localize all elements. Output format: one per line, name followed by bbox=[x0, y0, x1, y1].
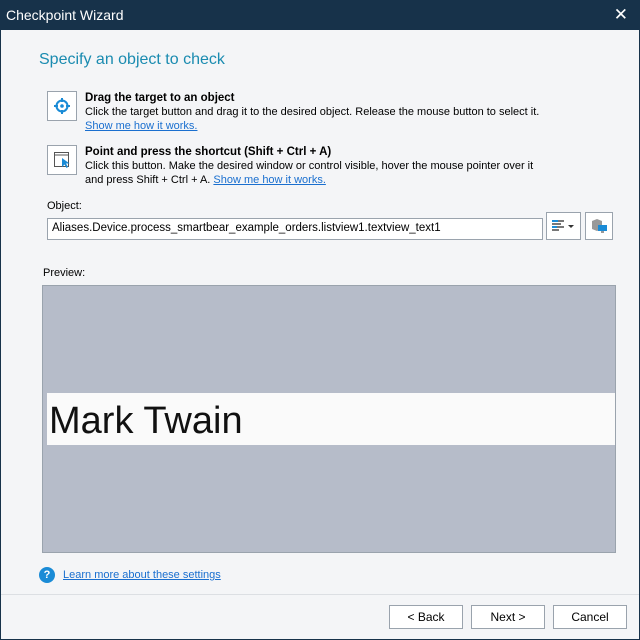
back-button[interactable]: < Back bbox=[389, 605, 463, 629]
point-shortcut-button[interactable] bbox=[47, 145, 77, 175]
object-input[interactable]: Aliases.Device.process_smartbear_example… bbox=[47, 218, 543, 240]
drag-show-link[interactable]: Show me how it works. bbox=[85, 120, 197, 132]
drag-desc: Click the target button and drag it to t… bbox=[85, 106, 540, 118]
preview-panel: Mark Twain bbox=[42, 285, 616, 553]
preview-text: Mark Twain bbox=[47, 393, 615, 445]
page-title: Specify an object to check bbox=[39, 51, 225, 68]
list-dropdown-icon bbox=[551, 220, 574, 231]
point-block: Point and press the shortcut (Shift + Ct… bbox=[85, 145, 533, 187]
crosshair-icon bbox=[54, 98, 70, 114]
point-desc: Click this button. Make the desired wind… bbox=[85, 160, 534, 172]
object-browser-icon bbox=[592, 219, 607, 233]
window-pointer-icon bbox=[54, 152, 70, 168]
object-tree-dropdown-button[interactable] bbox=[546, 212, 581, 240]
wizard-body: Specify an object to check Drag the targ… bbox=[1, 30, 639, 639]
cancel-button[interactable]: Cancel bbox=[553, 605, 627, 629]
point-desc-2: and press Shift + Ctrl + A. bbox=[85, 174, 211, 186]
next-button[interactable]: Next > bbox=[471, 605, 545, 629]
help-icon: ? bbox=[39, 567, 55, 583]
drag-target-button[interactable] bbox=[47, 91, 77, 121]
preview-label: Preview: bbox=[43, 267, 86, 279]
learn-more-link[interactable]: Learn more about these settings bbox=[63, 569, 221, 581]
object-label: Object: bbox=[47, 200, 82, 212]
object-browser-button[interactable] bbox=[585, 212, 613, 240]
window-title: Checkpoint Wizard bbox=[6, 7, 124, 23]
drag-title: Drag the target to an object bbox=[85, 92, 235, 104]
title-bar: Checkpoint Wizard ✕ bbox=[0, 0, 640, 30]
point-title: Point and press the shortcut (Shift + Ct… bbox=[85, 146, 332, 158]
close-icon[interactable]: ✕ bbox=[614, 5, 628, 25]
help-row: ? Learn more about these settings bbox=[39, 567, 221, 583]
point-show-link[interactable]: Show me how it works. bbox=[213, 174, 325, 186]
drag-block: Drag the target to an object Click the t… bbox=[85, 91, 539, 133]
divider bbox=[1, 594, 639, 595]
